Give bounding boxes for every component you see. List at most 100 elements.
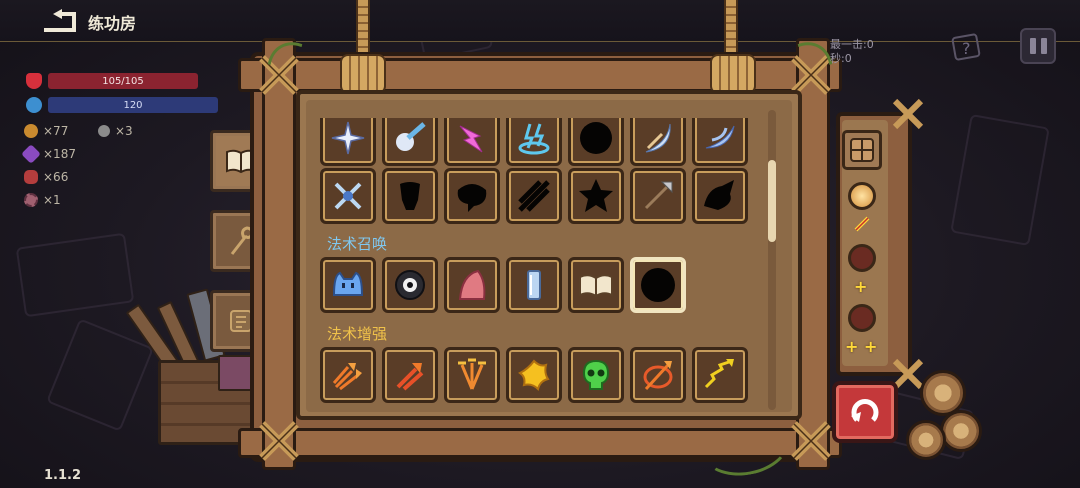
enhance-slot-explosion[interactable] [506,347,562,403]
log-decoration [940,410,982,452]
blue-slime-icon [332,271,364,296]
enhance-slot-double-arrow[interactable] [382,347,438,403]
spell-slot-locked[interactable] [382,168,438,224]
refresh-icon [851,399,879,422]
resource-gem: ×187 [21,144,76,164]
corner-lashing [259,421,299,461]
resource-meat: ×66 [24,170,68,184]
question-scroll-icon: ? [951,33,981,61]
rope-knot [710,54,756,94]
spell-slot-chain-lightning[interactable] [444,118,500,166]
resource-gear: ×1 [24,193,61,207]
summon-slot-flesh[interactable] [444,257,500,313]
section-title-summon: 法术召唤 [327,235,388,253]
wind-crescent-icon [705,125,735,149]
summon-slot-slime[interactable] [320,257,376,313]
scrollbar-thumb[interactable] [768,160,776,242]
rope-decoration [724,0,738,60]
section-title-enhance: 法术增强 [327,325,388,343]
locked-silhouette-icon [457,184,487,212]
hint-button[interactable]: ? [950,30,984,64]
explosion-icon [518,359,550,391]
mana-icon [26,97,42,113]
summon-slot-book[interactable] [568,257,624,313]
enhance-slot-orbit-arrow[interactable] [630,347,686,403]
summon-row [320,257,686,313]
locked-silhouette-icon [400,182,420,210]
spell-slot-thunder-storm[interactable] [506,118,562,166]
spell-slot-arrow[interactable] [630,168,686,224]
locked-silhouette-icon [580,122,612,154]
summon-slot-locked-selected[interactable] [630,257,686,313]
open-book-icon [579,274,613,298]
ice-meteor-icon [396,122,426,151]
flesh-horn-icon [458,269,486,300]
resource-coin: ×77 [24,124,68,138]
orbit-arrow-icon [643,361,673,391]
triple-arrow-icon [332,363,362,391]
wand-slot-3[interactable] [848,304,876,332]
thunder-storm-icon [518,123,550,155]
gear-count: ×1 [43,193,61,207]
meat-icon [24,170,38,184]
wand-slot-1[interactable] [848,182,876,210]
enhance-slot-triple-arrow[interactable] [320,347,376,403]
spell-slot-locked[interactable] [568,168,624,224]
scroll-track [768,110,776,410]
top-bar: 练功房 [0,0,1080,42]
spell-slot-ice-meteor[interactable] [382,118,438,166]
spell-slot-locked[interactable] [568,118,624,166]
frost-cross-icon [334,182,362,210]
spell-slot-sword-slash[interactable] [630,118,686,166]
link-icon [854,216,870,232]
grid-icon [850,138,874,162]
spell-slot-locked[interactable] [506,168,562,224]
cloth-decoration [218,355,254,391]
electric-arrow-icon [704,359,734,389]
double-arrow-icon [396,363,424,391]
locked-silhouette-icon [518,180,550,212]
meat-count: ×66 [43,170,69,184]
back-arrow-icon [44,9,76,32]
version-label: 1.1.2 [44,468,82,483]
spell-slot-frost-cross[interactable] [320,168,376,224]
arrow-icon [644,181,673,210]
plus-icon: + [854,277,868,296]
slot-menu-button[interactable] [842,130,882,170]
enhance-slot-poison-skull[interactable] [568,347,624,403]
back-button[interactable] [40,8,80,34]
wand-slot-2[interactable] [848,244,876,272]
locked-silhouette-icon [641,268,675,302]
spell-row-2 [320,168,748,224]
sword-slash-icon [645,123,671,153]
coin-icon [24,124,38,138]
spell-slot-locked[interactable] [692,168,748,224]
pause-icon [1029,38,1036,54]
enhance-slot-electric-arrow[interactable] [692,347,748,403]
locked-silhouette-icon [579,179,613,212]
key-count: ×3 [115,124,133,138]
summon-slot-pillar[interactable] [506,257,562,313]
pause-button[interactable] [1020,28,1056,64]
plus-icon: + [864,337,878,356]
heart-icon [26,73,42,89]
resource-key: ×3 [98,124,133,138]
summon-slot-eyeball[interactable] [382,257,438,313]
mp-bar: 120 [48,97,218,113]
svg-text:?: ? [962,39,971,58]
enhance-slot-spread-arrow[interactable] [444,347,500,403]
spell-slot-sparkle[interactable] [320,118,376,166]
gear-icon [24,193,38,207]
reset-button[interactable] [832,381,898,443]
spell-slot-wind-crescent[interactable] [692,118,748,166]
page-title: 练功房 [88,14,137,33]
damage-readout-2: 秒:0 [830,52,852,65]
spell-row-1 [320,118,748,166]
pause-icon [1040,38,1047,54]
spread-arrow-icon [458,358,486,390]
rope-decoration [356,0,370,60]
key-icon [98,125,110,137]
lightning-icon [459,125,483,153]
corner-lashing [892,98,924,130]
spell-slot-locked[interactable] [444,168,500,224]
